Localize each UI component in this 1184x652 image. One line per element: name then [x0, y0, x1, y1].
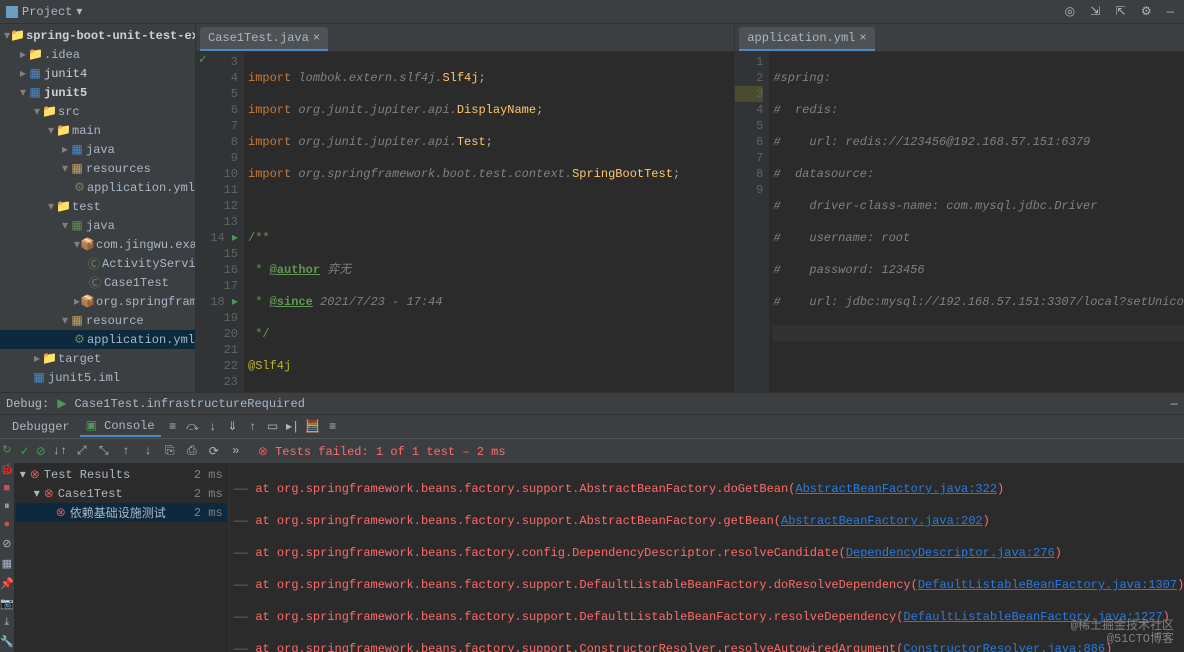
- test-tree[interactable]: ▾⊗Test Results2 ms ▾⊗Case1Test2 ms ⊗依赖基础…: [14, 463, 230, 652]
- tree-main[interactable]: ▾📁main: [0, 121, 195, 140]
- pause-icon[interactable]: ⏸: [4, 501, 10, 513]
- mute-breakpoints-icon[interactable]: ⊘: [2, 537, 11, 551]
- tab-case1test[interactable]: Case1Test.java ×: [200, 27, 328, 51]
- run-to-cursor-icon[interactable]: ▸|: [285, 419, 301, 435]
- hide-debug-icon[interactable]: —: [1171, 397, 1178, 411]
- soft-wrap-icon[interactable]: ≡: [165, 419, 181, 435]
- settings-icon[interactable]: 🔧: [0, 635, 14, 649]
- more-icon[interactable]: ≡: [325, 419, 341, 435]
- test-passed-filter-icon[interactable]: ✓: [20, 444, 30, 459]
- console-output[interactable]: —— at org.springframework.beans.factory.…: [230, 463, 1184, 652]
- export-test-icon[interactable]: ⎙: [184, 443, 200, 459]
- test-results-root[interactable]: ▾⊗Test Results2 ms: [16, 465, 227, 484]
- tree-test-java[interactable]: ▾▦java: [0, 216, 195, 235]
- export-icon[interactable]: ⤓: [4, 617, 9, 629]
- collapse-all-icon[interactable]: ⤡: [96, 443, 112, 459]
- tree-root[interactable]: ▾📁spring-boot-unit-test-example D:\Examp…: [0, 26, 195, 45]
- tree-pkg[interactable]: ▾📦com.jingwu.example.service: [0, 235, 195, 254]
- test-fail-prefix: Tests failed:: [275, 445, 376, 459]
- project-icon: [6, 6, 18, 18]
- test-leaf[interactable]: ⊗依赖基础设施测试2 ms: [16, 503, 227, 522]
- tree-activity-test[interactable]: ⒸActivityServiceTest: [0, 254, 195, 273]
- project-dropdown[interactable]: Project ▾: [6, 4, 82, 19]
- debug-config[interactable]: Case1Test.infrastructureRequired: [74, 397, 304, 411]
- target-icon[interactable]: ◎: [1065, 5, 1075, 19]
- project-tree[interactable]: ▾📁spring-boot-unit-test-example D:\Examp…: [0, 24, 196, 392]
- pin-icon[interactable]: 📌: [0, 577, 14, 591]
- step-into-icon[interactable]: ↓: [205, 419, 221, 435]
- tree-src[interactable]: ▾📁src: [0, 102, 195, 121]
- gear-icon[interactable]: ⚙: [1141, 5, 1152, 19]
- project-label: Project: [22, 5, 72, 19]
- tree-app-yml-test[interactable]: ⚙application.yml: [0, 330, 195, 349]
- tree-case1test[interactable]: ⒸCase1Test: [0, 273, 195, 292]
- import-icon[interactable]: ⎘: [162, 443, 178, 459]
- expand-icon[interactable]: ⇲: [1090, 5, 1100, 19]
- camera-icon[interactable]: 📷: [0, 597, 14, 611]
- test-ignored-filter-icon[interactable]: ⊘: [36, 444, 46, 459]
- test-case1[interactable]: ▾⊗Case1Test2 ms: [16, 484, 227, 503]
- tree-main-resources[interactable]: ▾▦resources: [0, 159, 195, 178]
- rerun-icon[interactable]: ↻: [2, 443, 11, 457]
- close-icon[interactable]: ×: [859, 31, 866, 45]
- line-gutter: 34567891011121314 ▸15161718 ▸1920212223: [210, 52, 244, 392]
- step-over-icon[interactable]: ⤼: [185, 419, 201, 435]
- prev-icon[interactable]: ↑: [118, 443, 134, 459]
- tab-debugger[interactable]: Debugger: [6, 418, 76, 436]
- run-config-icon: ▶: [57, 396, 66, 411]
- debug-icon[interactable]: 🐞: [0, 463, 14, 477]
- code-editor[interactable]: #spring: # redis: # url: redis://123456@…: [769, 52, 1184, 392]
- tree-idea[interactable]: ▸📁.idea: [0, 45, 195, 64]
- sort-icon[interactable]: ↓↑: [52, 443, 68, 459]
- layout-icon[interactable]: ▦: [2, 557, 12, 571]
- tree-orgspring[interactable]: ▸📦org.springframework.data.re: [0, 292, 195, 311]
- force-step-icon[interactable]: ⇓: [225, 419, 241, 435]
- tab-console[interactable]: ▣ Console: [80, 416, 161, 437]
- close-icon[interactable]: ×: [313, 31, 320, 45]
- tab-label: Case1Test.java: [208, 31, 309, 45]
- collapse-icon[interactable]: ⇱: [1116, 5, 1126, 19]
- tree-app-yml-main[interactable]: ⚙application.yml: [0, 178, 195, 197]
- tree-junit5[interactable]: ▾▦junit5: [0, 83, 195, 102]
- tab-application-yml[interactable]: application.yml ×: [739, 27, 874, 51]
- view-breakpoints-icon[interactable]: ●: [4, 519, 11, 531]
- stop-icon[interactable]: ■: [4, 483, 11, 495]
- tree-target[interactable]: ▸📁target: [0, 349, 195, 368]
- line-gutter: 123456789: [735, 52, 769, 392]
- next-icon[interactable]: ↓: [140, 443, 156, 459]
- tree-test-resource[interactable]: ▾▦resource: [0, 311, 195, 330]
- expand-all-icon[interactable]: ⤢: [74, 443, 90, 459]
- tree-junit4[interactable]: ▸▦junit4: [0, 64, 195, 83]
- drop-frame-icon[interactable]: ▭: [265, 419, 281, 435]
- test-fail-msg: 1 of 1 test – 2 ms: [376, 445, 506, 459]
- code-editor[interactable]: import lombok.extern.slf4j.Slf4j; import…: [244, 52, 734, 392]
- tree-iml[interactable]: ▦junit5.iml: [0, 368, 195, 387]
- evaluate-icon[interactable]: 🧮: [305, 419, 321, 435]
- hide-icon[interactable]: —: [1167, 5, 1174, 19]
- watermark: @稀土掘金技术社区 @51CTO博客: [1071, 620, 1174, 646]
- more-icon[interactable]: »: [228, 443, 244, 459]
- error-icon: ⊗: [258, 445, 268, 459]
- step-out-icon[interactable]: ↑: [245, 419, 261, 435]
- tab-label: application.yml: [747, 31, 855, 45]
- tree-main-java[interactable]: ▸▦java: [0, 140, 195, 159]
- history-icon[interactable]: ⟳: [206, 443, 222, 459]
- tree-test[interactable]: ▾📁test: [0, 197, 195, 216]
- debug-label: Debug:: [6, 397, 49, 411]
- chevron-down-icon: ▾: [76, 4, 82, 19]
